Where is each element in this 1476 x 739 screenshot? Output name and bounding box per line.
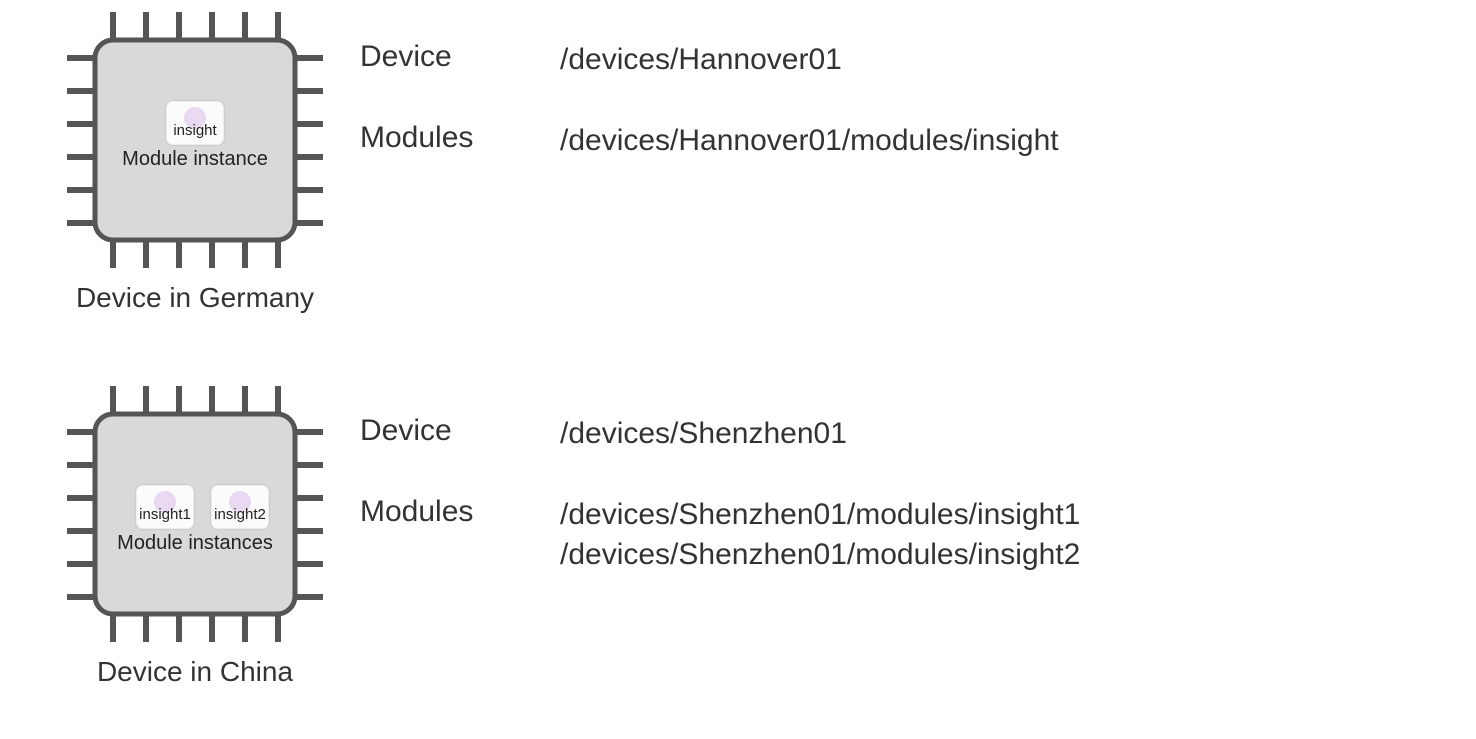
device-row: insight Module instance Device in Germany D… xyxy=(0,0,1476,314)
chip-icon: insight1 insight2 Module instances xyxy=(55,374,335,654)
info-label-device: Device xyxy=(360,414,560,448)
module-path: /devices/Shenzhen01/modules/insight2 xyxy=(560,535,1080,576)
module-path: /devices/Hannover01/modules/insight xyxy=(560,121,1059,162)
chip-diagram: insight1 insight2 Module instances Device i… xyxy=(0,374,360,688)
module-instance-box: insight1 xyxy=(135,484,195,530)
info-row-device: Device/devices/Hannover01 xyxy=(360,40,1476,81)
device-row: insight1 insight2 Module instances Device i… xyxy=(0,374,1476,688)
info-row-modules: Modules/devices/Shenzhen01/modules/insig… xyxy=(360,495,1476,576)
info-value-module-paths: /devices/Shenzhen01/modules/insight1/dev… xyxy=(560,495,1080,576)
module-caption: Module instances xyxy=(55,532,335,555)
info-value-device-path: /devices/Hannover01 xyxy=(560,40,842,81)
device-info: Device/devices/Hannover01 Modules/devices… xyxy=(360,0,1476,201)
chip-diagram: insight Module instance Device in Germany xyxy=(0,0,360,314)
device-caption: Device in Germany xyxy=(76,282,314,314)
module-instance-box: insight2 xyxy=(210,484,270,530)
info-value-device-path: /devices/Shenzhen01 xyxy=(560,414,847,455)
info-label-modules: Modules xyxy=(360,495,560,529)
module-path: /devices/Shenzhen01/modules/insight1 xyxy=(560,495,1080,536)
module-name: insight1 xyxy=(139,506,191,523)
info-label-modules: Modules xyxy=(360,121,560,155)
chip-icon: insight Module instance xyxy=(55,0,335,280)
info-label-device: Device xyxy=(360,40,560,74)
device-info: Device/devices/Shenzhen01 Modules/devices… xyxy=(360,374,1476,616)
module-name: insight2 xyxy=(214,506,266,523)
info-value-module-paths: /devices/Hannover01/modules/insight xyxy=(560,121,1059,162)
device-caption: Device in China xyxy=(97,656,293,688)
module-caption: Module instance xyxy=(55,148,335,171)
module-name: insight xyxy=(173,122,216,139)
info-row-device: Device/devices/Shenzhen01 xyxy=(360,414,1476,455)
info-row-modules: Modules/devices/Hannover01/modules/insig… xyxy=(360,121,1476,162)
module-instance-box: insight xyxy=(165,100,225,146)
